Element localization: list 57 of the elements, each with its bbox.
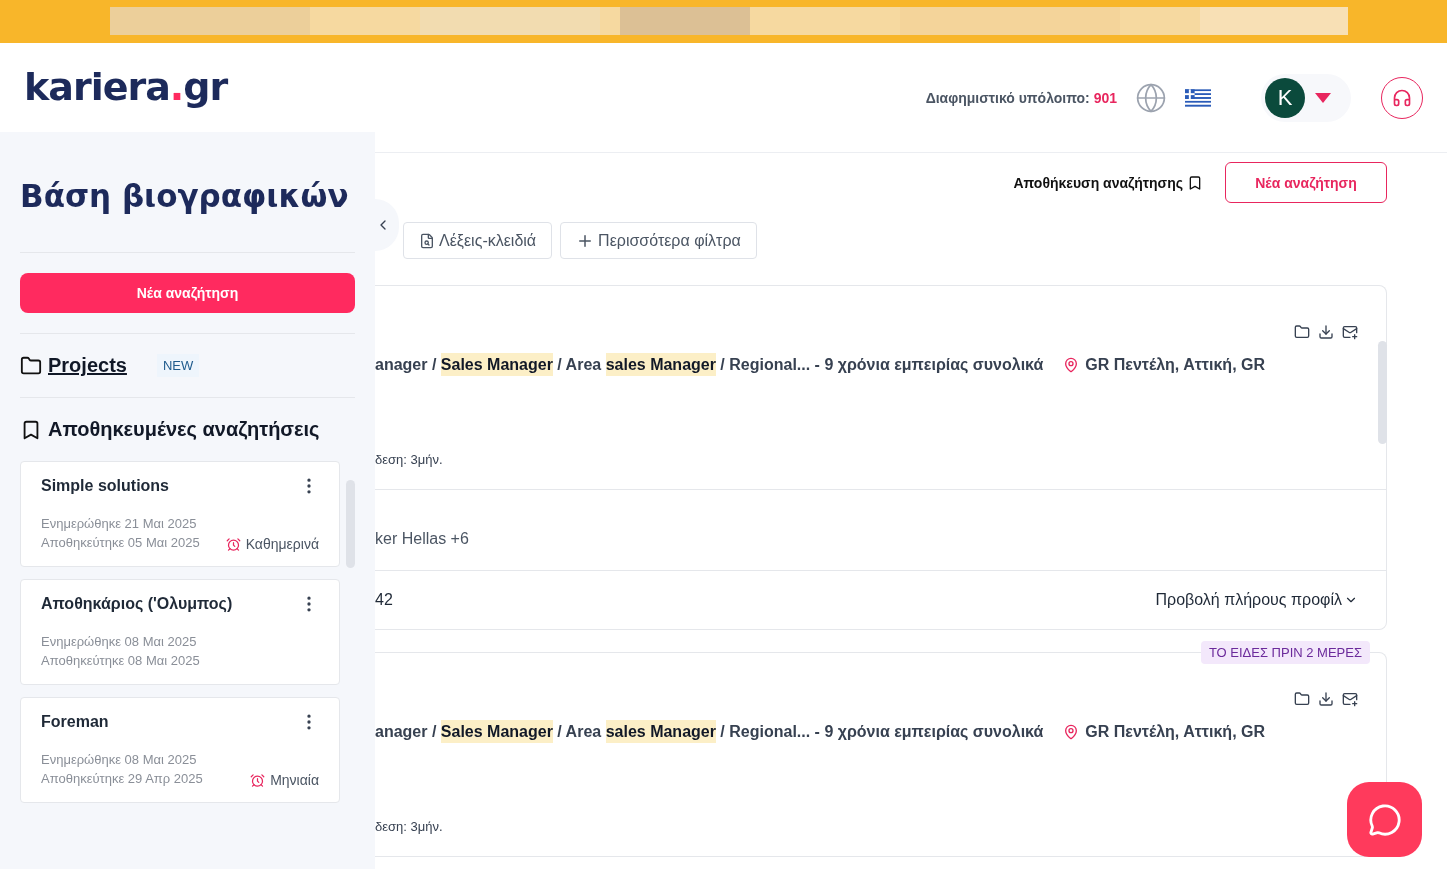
location-pin-icon xyxy=(1063,724,1080,740)
chat-button[interactable] xyxy=(1347,782,1422,857)
avatar: K xyxy=(1265,77,1305,118)
candidate-headline: anager / Sales Manager / Area sales Manager / Regional... - 9 χρόνια εμπειρίας συνολικά xyxy=(375,723,1044,741)
download-icon[interactable] xyxy=(1318,324,1334,340)
sidebar-title: Βάση βιογραφικών xyxy=(20,132,355,253)
support-button[interactable] xyxy=(1381,76,1423,119)
saved-search-card[interactable]: Αποθηκάριος ('Ολυμπος) Ενημερώθηκε 08 Μαι 2025 Αποθηκεύτηκε 08 Μαι 2025 xyxy=(20,579,340,685)
location-pin-icon xyxy=(1063,357,1080,373)
saved-date: Αποθηκεύτηκε 08 Μαι 2025 xyxy=(41,652,201,670)
save-search-button[interactable]: Αποθήκευση αναζήτησης xyxy=(1007,173,1209,192)
chat-bubble-icon xyxy=(1367,802,1402,837)
alarm-icon xyxy=(250,772,266,788)
full-profile-link[interactable]: Προβολή πλήρους προφίλ xyxy=(1155,591,1358,609)
caret-icon xyxy=(1315,92,1331,103)
search-document-icon xyxy=(419,232,435,249)
saved-search-name: Simple solutions xyxy=(41,477,169,495)
alarm-icon xyxy=(225,536,241,552)
saved-date: Αποθηκεύτηκε 29 Απρ 2025 xyxy=(41,770,204,788)
alert-frequency: Καθημερινά xyxy=(245,536,319,552)
projects-link[interactable]: Projects xyxy=(48,354,127,377)
filter-chip[interactable]: Περισσότερα φίλτρα xyxy=(560,222,757,259)
availability-text: δεση: 3μήν. xyxy=(375,452,443,467)
folder-icon[interactable] xyxy=(1294,691,1310,707)
updated-date: Ενημερώθηκε 21 Μαι 2025 xyxy=(41,515,198,533)
alert-frequency: Μηνιαία xyxy=(270,772,319,788)
availability-text: δεση: 3μήν. xyxy=(375,819,443,834)
folder-icon xyxy=(20,354,42,377)
updated-date: Ενημερώθηκε 08 Μαι 2025 xyxy=(41,751,198,769)
saved-search-name: Foreman xyxy=(41,713,109,731)
ad-balance: Διαφημιστικό υπόλοιπο: 901 xyxy=(925,89,1117,106)
location-text: GR Πεντέλη, Αττική, GR xyxy=(1085,723,1266,741)
logo[interactable]: kariera.gr xyxy=(24,64,228,109)
headphones-icon xyxy=(1392,87,1412,108)
download-icon[interactable] xyxy=(1318,691,1334,707)
flag-icon[interactable] xyxy=(1185,87,1211,108)
location-text: GR Πεντέλη, Αττική, GR xyxy=(1085,356,1266,374)
saved-search-card[interactable]: Simple solutions Ενημερώθηκε 21 Μαι 2025 Αποθηκεύτηκε 05 Μαι 2025 Καθημερινά xyxy=(20,461,340,567)
footer-text: 42 xyxy=(375,591,393,609)
folder-icon[interactable] xyxy=(1294,324,1310,340)
bookmark-icon xyxy=(1187,174,1203,191)
filter-chip[interactable]: Λέξεις-κλειδιά xyxy=(403,222,553,259)
mail-icon[interactable] xyxy=(1342,691,1358,707)
saved-searches-title: Αποθηκευμένες αναζητήσεις xyxy=(48,418,320,441)
candidate-headline: anager / Sales Manager / Area sales Manager / Regional... - 9 χρόνια εμπειρίας συνολικά xyxy=(375,356,1044,374)
new-badge: NEW xyxy=(156,354,200,377)
companies-text: ker Hellas +6 xyxy=(375,530,469,548)
scrollbar[interactable] xyxy=(1378,341,1387,444)
saved-date: Αποθηκεύτηκε 05 Μαι 2025 xyxy=(41,534,201,552)
new-search-button[interactable]: Νέα αναζήτηση xyxy=(1225,162,1387,203)
account-menu[interactable]: K xyxy=(1261,73,1351,122)
updated-date: Ενημερώθηκε 08 Μαι 2025 xyxy=(41,633,198,651)
saved-search-name: Αποθηκάριος ('Ολυμπος) xyxy=(41,595,233,613)
seen-badge: ΤΟ ΕΙΔΕΣ ΠΡΙΝ 2 ΜΕΡΕΣ xyxy=(1200,641,1370,664)
new-search-button[interactable]: Νέα αναζήτηση xyxy=(20,273,355,313)
mail-icon[interactable] xyxy=(1342,324,1358,340)
saved-search-card[interactable]: Foreman Ενημερώθηκε 08 Μαι 2025 Αποθηκεύτηκε 29 Απρ 2025 Μηνιαία xyxy=(20,697,340,803)
